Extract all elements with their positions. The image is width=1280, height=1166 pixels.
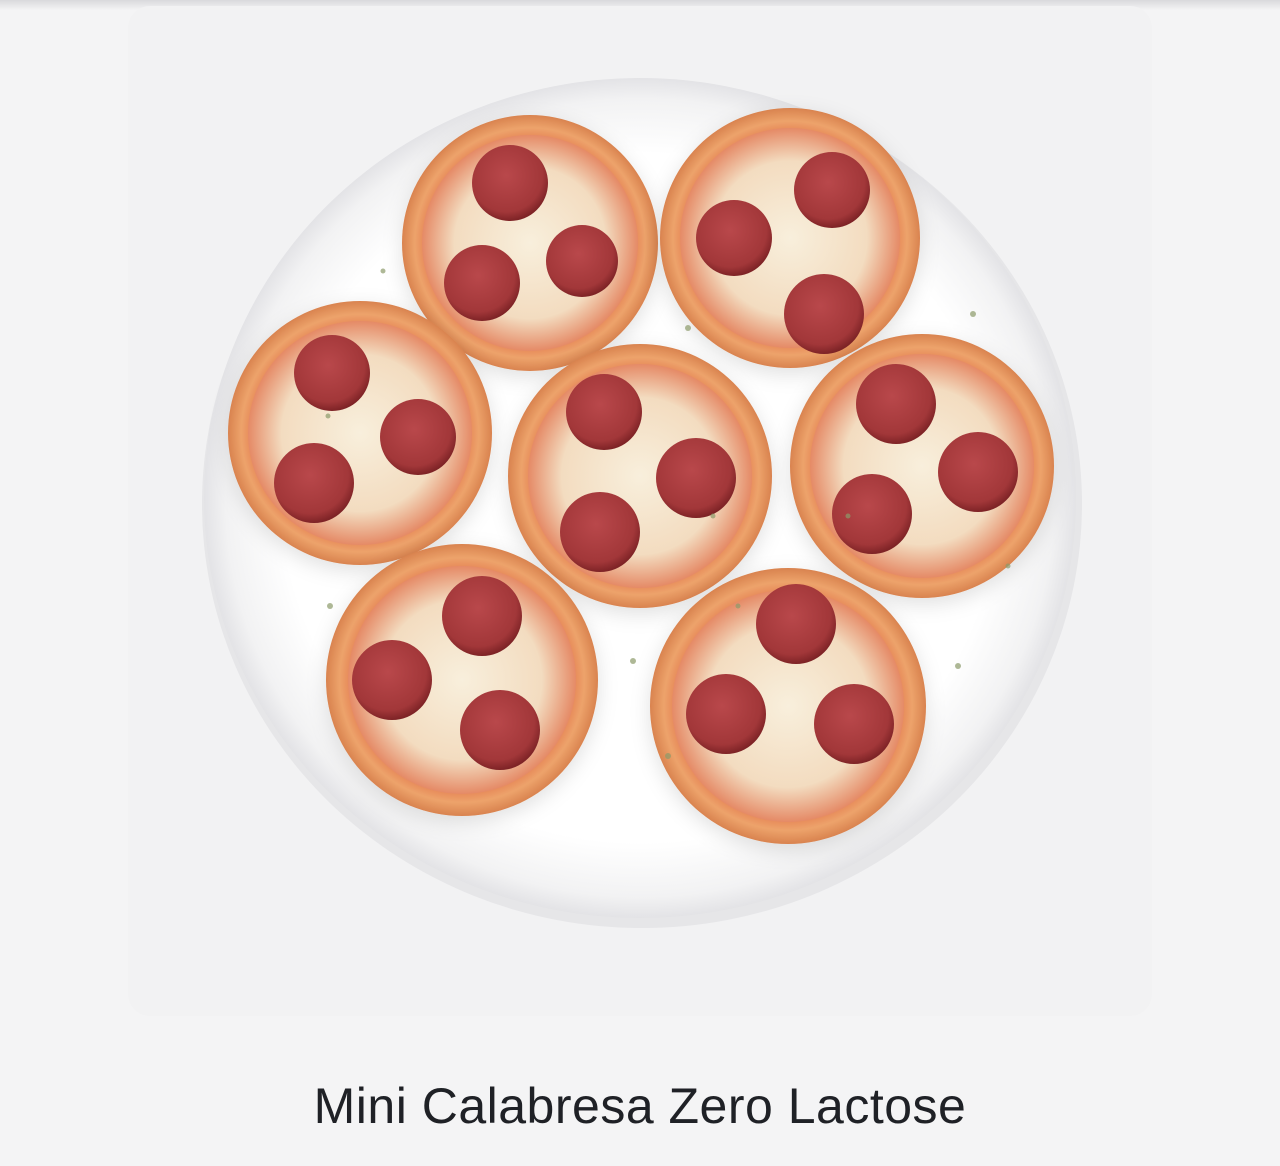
pepperoni-slice bbox=[352, 640, 432, 720]
pepperoni-slice bbox=[546, 225, 618, 297]
pepperoni-slice bbox=[784, 274, 864, 354]
pepperoni-slice bbox=[444, 245, 520, 321]
pepperoni-slice bbox=[832, 474, 912, 554]
pepperoni-slice bbox=[656, 438, 736, 518]
pepperoni-slice bbox=[794, 152, 870, 228]
pepperoni-slice bbox=[566, 374, 642, 450]
pepperoni-slice bbox=[756, 584, 836, 664]
pepperoni-slice bbox=[686, 674, 766, 754]
mini-pizza bbox=[660, 108, 920, 368]
pepperoni-slice bbox=[938, 432, 1018, 512]
pepperoni-slice bbox=[460, 690, 540, 770]
mini-pizza bbox=[228, 301, 492, 565]
pepperoni-slice bbox=[856, 364, 936, 444]
mini-pizza-plate-photo bbox=[202, 78, 1082, 928]
mini-pizza bbox=[650, 568, 926, 844]
mini-pizza bbox=[790, 334, 1054, 598]
pepperoni-slice bbox=[380, 399, 456, 475]
mini-pizza bbox=[326, 544, 598, 816]
product-title: Mini Calabresa Zero Lactose bbox=[313, 1078, 967, 1134]
pepperoni-slice bbox=[696, 200, 772, 276]
pepperoni-slice bbox=[814, 684, 894, 764]
pepperoni-slice bbox=[442, 576, 522, 656]
product-image-card[interactable] bbox=[128, 6, 1152, 1016]
pepperoni-slice bbox=[472, 145, 548, 221]
mini-pizza bbox=[508, 344, 772, 608]
pepperoni-slice bbox=[560, 492, 640, 572]
pepperoni-slice bbox=[294, 335, 370, 411]
pepperoni-slice bbox=[274, 443, 354, 523]
